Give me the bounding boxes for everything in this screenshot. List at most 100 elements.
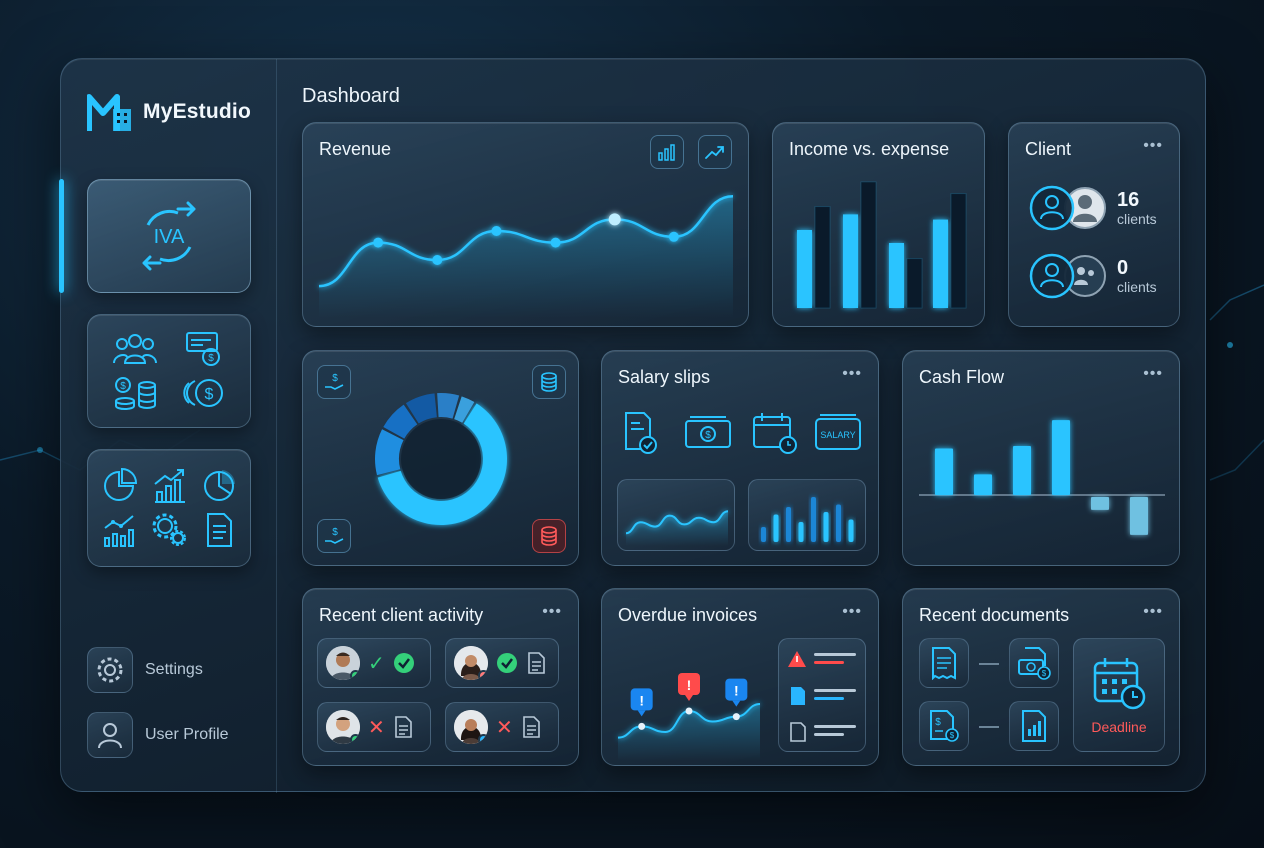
sidebar: MyEstudio IVA $ $ $ Settings User Profil… [59, 59, 277, 793]
activity-item[interactable]: ✕ [445, 702, 559, 752]
deadline-card[interactable]: Deadline [1073, 638, 1165, 752]
overdue-invoices-card[interactable]: Overdue invoices ••• !!! [601, 588, 879, 766]
overdue-alert-glyph: ! [639, 692, 644, 708]
salary-slips-card[interactable]: Salary slips ••• $ SALARY [601, 350, 879, 566]
cash-flow-card[interactable]: Cash Flow ••• [902, 350, 1180, 566]
client-menu-button[interactable]: ••• [1143, 137, 1163, 155]
user-profile-label: User Profile [145, 726, 229, 743]
activity-item[interactable] [445, 638, 559, 688]
document-item[interactable]: $ [1009, 638, 1059, 688]
recent-documents-card[interactable]: Recent documents ••• $ $ $ Deadline [902, 588, 1180, 766]
donut-card[interactable]: $ $ [302, 350, 579, 566]
coins-icon: $ [183, 379, 223, 407]
expense-bar [906, 258, 923, 309]
document-item[interactable] [919, 638, 969, 688]
overdue-title: Overdue invoices [618, 605, 758, 625]
expense-bar [950, 193, 967, 309]
document-icon [394, 716, 412, 738]
cash-flow-bar [1130, 497, 1148, 535]
income-expense-card[interactable]: Income vs. expense [772, 122, 985, 327]
revenue-card[interactable]: Revenue [302, 122, 749, 327]
sidebar-user-profile[interactable]: User Profile [87, 712, 229, 758]
cash-flow-bar [935, 448, 953, 495]
brand-logo-icon [87, 94, 131, 131]
svg-text:$: $ [205, 386, 214, 403]
income-expense-chart [797, 181, 967, 309]
overdue-point [638, 722, 646, 730]
salary-bar-chart [761, 497, 854, 542]
salary-slip-icon: $ [186, 332, 220, 366]
client-row-active: 16 clients [1029, 185, 1157, 231]
salary-title: Salary slips [618, 367, 711, 387]
revenue-point [668, 231, 679, 242]
overdue-menu-button[interactable]: ••• [842, 603, 862, 621]
reject-icon: ✕ [368, 716, 385, 739]
salary-area [626, 511, 728, 546]
document-item[interactable]: $ $ [919, 701, 969, 751]
document-icon [522, 716, 540, 738]
salary-bars-panel[interactable] [748, 479, 866, 551]
avatar [454, 646, 488, 680]
expense-bar [860, 181, 877, 309]
salary-bar [836, 504, 841, 542]
sidebar-item-iva[interactable]: IVA [87, 179, 251, 293]
brand-name: MyEstudio [143, 100, 251, 123]
income-bar [797, 230, 812, 308]
settings-label: Settings [145, 661, 203, 678]
income-bar [843, 214, 858, 308]
check-icon: ✓ [368, 652, 385, 675]
clients-active-icon [1029, 185, 1106, 231]
app-window: MyEstudio IVA $ $ $ Settings User Profil… [59, 58, 1206, 793]
reject-icon: ✕ [496, 716, 513, 739]
svg-text:$: $ [935, 717, 941, 728]
sidebar-item-reports[interactable] [87, 449, 251, 567]
activity-menu-button[interactable]: ••• [542, 603, 562, 621]
status-dot [478, 670, 488, 680]
activity-item[interactable]: ✕ [317, 702, 431, 752]
document-item[interactable] [1009, 701, 1059, 751]
salary-bar [823, 512, 829, 542]
activity-title: Recent client activity [319, 605, 484, 625]
sidebar-settings[interactable]: Settings [87, 647, 203, 693]
brand[interactable]: MyEstudio [87, 91, 251, 133]
client-card[interactable]: Client ••• 16 clients 0 clients [1008, 122, 1180, 327]
checked-document-icon [625, 412, 657, 454]
recent-activity-card[interactable]: Recent client activity ••• ✓ ✕ ✕ [302, 588, 579, 766]
cash-flow-bar [1013, 445, 1031, 495]
svg-text:$: $ [208, 353, 214, 364]
overdue-point [732, 713, 740, 721]
avatar [326, 646, 360, 680]
salary-bar [761, 527, 766, 542]
svg-text:$: $ [705, 430, 711, 441]
documents-menu-button[interactable]: ••• [1143, 603, 1163, 621]
status-dot [350, 734, 360, 744]
overdue-list[interactable] [778, 638, 866, 752]
svg-text:$: $ [1042, 669, 1047, 678]
donut-slice [375, 429, 404, 476]
salary-bar [811, 497, 816, 542]
connector [979, 663, 999, 665]
revenue-chart [318, 194, 734, 318]
sidebar-item-payroll[interactable]: $ $ $ [87, 314, 251, 428]
documents-title: Recent documents [919, 605, 1070, 625]
salary-trend-chart [625, 510, 729, 546]
expense-bar [814, 206, 831, 309]
report-icon [1022, 710, 1046, 742]
coin-transfer-icon: $ [115, 377, 156, 410]
revenue-point [432, 255, 443, 265]
calendar-deadline-icon [1093, 658, 1146, 710]
salary-card-icon: SALARY [815, 414, 861, 450]
overdue-point [685, 707, 693, 715]
client-count-label: clients [1117, 279, 1157, 295]
document-icon [207, 513, 232, 547]
pie-chart-icon [104, 468, 137, 501]
page-title: Dashboard [302, 85, 400, 107]
connector [979, 726, 999, 728]
salary-menu-button[interactable]: ••• [842, 365, 862, 383]
revenue-point [491, 226, 502, 236]
gears-icon [152, 513, 186, 546]
salary-trend-panel[interactable] [617, 479, 735, 551]
client-count: 16 [1117, 189, 1140, 211]
avatar [454, 710, 488, 744]
activity-item[interactable]: ✓ [317, 638, 431, 688]
